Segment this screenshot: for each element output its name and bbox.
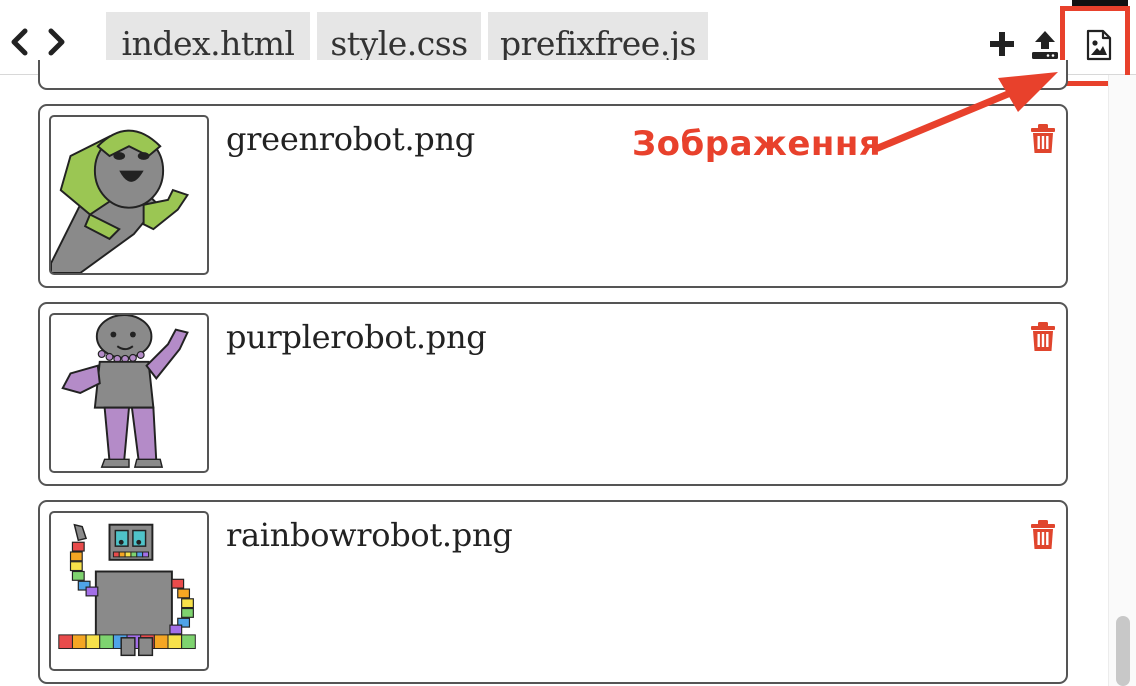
list-item: rainbowrobot.png [38,500,1068,684]
annotation-label: Зображення [632,124,882,164]
purple-robot-image [61,315,189,468]
add-file-button[interactable] [988,30,1016,58]
rainbow-robot-image [58,523,196,657]
image-thumbnail-green[interactable] [49,115,209,275]
forward-button[interactable] [44,24,70,60]
upload-icon [1032,31,1058,59]
back-button[interactable] [6,24,32,60]
plus-icon [990,32,1014,56]
list-item [38,60,1068,90]
delete-button[interactable] [1030,124,1060,158]
scrollbar-track[interactable] [1108,75,1136,686]
green-robot-image [51,129,190,273]
chevron-right-icon [48,28,65,56]
list-item: greenrobot.png [38,104,1068,288]
trash-icon [1031,520,1055,549]
delete-button[interactable] [1030,520,1060,554]
highlight-box [1060,6,1130,86]
image-thumbnail-purple[interactable] [49,313,209,473]
trash-icon [1031,322,1055,351]
image-filename: purplerobot.png [226,318,487,356]
image-filename: greenrobot.png [226,120,475,158]
list-item: purplerobot.png [38,302,1068,486]
chevron-left-icon [11,28,28,56]
upload-button[interactable] [1028,28,1062,62]
delete-button[interactable] [1030,322,1060,356]
image-filename: rainbowrobot.png [226,516,513,554]
scrollbar-thumb[interactable] [1116,616,1130,686]
image-thumbnail-rainbow[interactable] [49,511,209,671]
trash-icon [1031,124,1055,153]
